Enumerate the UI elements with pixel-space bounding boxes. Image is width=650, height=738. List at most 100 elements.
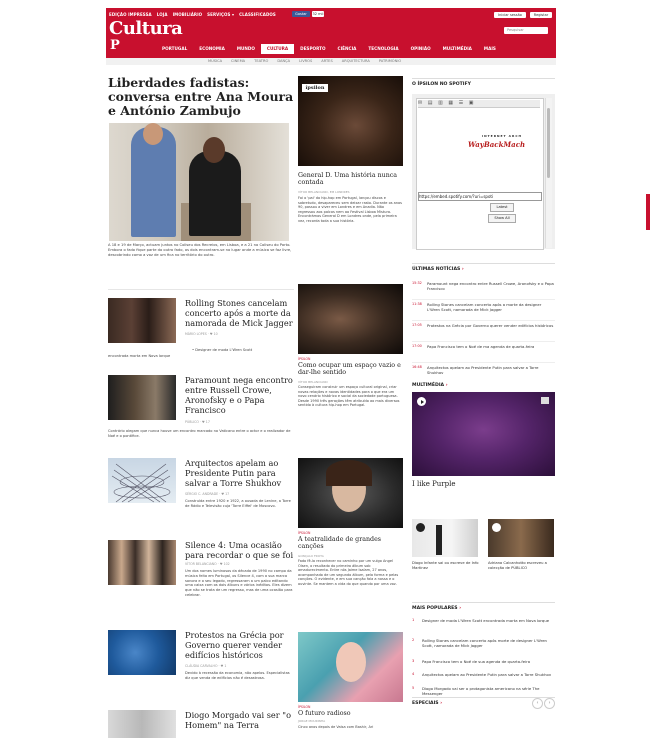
nav-multimedia[interactable]: MULTIMÉDIA: [437, 44, 478, 54]
publico-logo-mark[interactable]: P: [110, 38, 120, 53]
story-thumbnail[interactable]: [108, 458, 176, 503]
animated-face: [336, 642, 366, 682]
section-tag[interactable]: ÍPSILON: [298, 357, 310, 361]
play-icon[interactable]: [492, 523, 501, 532]
story-headline[interactable]: Como ocupar um espaço vazio e dar-lhe se…: [298, 362, 403, 377]
story-meta: SÉRGIO C. ANDRADE · ♥ 17: [185, 492, 230, 496]
story-thumbnail[interactable]: [108, 375, 176, 420]
story-photo[interactable]: [298, 284, 403, 354]
play-icon[interactable]: [417, 397, 426, 406]
play-icon[interactable]: [416, 523, 425, 532]
embed-toolbar[interactable]: ✉ ▤ ▥ ▦ ☰ ▣: [418, 100, 540, 108]
multimedia-video[interactable]: [412, 392, 555, 476]
nav-mais[interactable]: MAIS: [478, 44, 502, 54]
nav-opiniao[interactable]: OPINIÃO: [405, 44, 437, 54]
story-summary: Conseguiram construir um espaço cultural…: [298, 385, 400, 408]
nav-tecnologia[interactable]: TECNOLOGIA: [362, 44, 404, 54]
story-photo[interactable]: [298, 632, 403, 702]
spotify-embed[interactable]: ✉ ▤ ▥ ▦ ☰ ▣ INTERNET ARCH WayBackMach ht…: [412, 94, 555, 250]
top-link-servicos[interactable]: SERVIÇOS ▾: [207, 12, 234, 17]
subnav-livros[interactable]: LIVROS: [299, 58, 312, 65]
news-item[interactable]: 17:00 Papa Francisco tem o Noé de ma age…: [412, 344, 555, 363]
feedback-tab[interactable]: [646, 194, 650, 230]
subnav-patrimonio[interactable]: PATRIMÓNIO: [379, 58, 401, 65]
search-input[interactable]: Pesquisar: [504, 27, 548, 34]
multimedia-header[interactable]: MULTIMÉDIA ›: [412, 380, 555, 388]
scrollbar-thumb[interactable]: [547, 108, 550, 178]
latest-news-header[interactable]: ÚLTIMAS NOTÍCIAS ›: [412, 263, 555, 272]
top-link-loja[interactable]: LOJA: [157, 12, 168, 17]
top-link-imobiliario[interactable]: IMOBILIÁRIO: [173, 12, 203, 17]
top-link-classificados[interactable]: CLASSIFICADOS: [239, 12, 276, 17]
nav-mundo[interactable]: MUNDO: [231, 44, 261, 54]
nav-portugal[interactable]: PORTUGAL: [156, 44, 193, 54]
news-item[interactable]: 11:38 Rolling Stones cancelam concerto a…: [412, 302, 555, 321]
popular-text[interactable]: Arquitectos apelam ao Presidente Putin p…: [422, 672, 555, 677]
subnav-arquitectura[interactable]: ARQUITECTURA: [342, 58, 370, 65]
story-headline[interactable]: Arquitectos apelam ao Presidente Putin p…: [185, 458, 295, 488]
section-logo[interactable]: Cultura: [109, 18, 183, 39]
story-headline[interactable]: Diogo Morgado vai ser "o Homem" na Terra: [185, 710, 295, 730]
embed-url-field[interactable]: https://embed.spotify.com/?uri=spoti: [418, 192, 542, 201]
carousel-next-icon[interactable]: ›: [544, 698, 555, 709]
multimedia-title[interactable]: I like Purple: [412, 480, 456, 488]
latest-button[interactable]: Latest: [490, 203, 514, 212]
story-thumbnail[interactable]: [108, 298, 176, 343]
nav-economia[interactable]: ECONOMIA: [193, 44, 231, 54]
lead-photo[interactable]: [109, 123, 289, 241]
register-button[interactable]: Registar: [530, 12, 552, 18]
multimedia-caption[interactable]: Diogo Infante sai ou escreve de Info Mar…: [412, 561, 480, 571]
volume-icon[interactable]: [541, 397, 549, 404]
subnav-cinema[interactable]: CINEMA: [231, 58, 245, 65]
subnav-musica[interactable]: MÚSICA: [208, 58, 222, 65]
news-item[interactable]: 17:05 Protestos na Grécia por Governo qu…: [412, 323, 555, 342]
popular-text[interactable]: Rolling Stones cancelam concerto após mo…: [422, 638, 555, 648]
news-text[interactable]: Papa Francisco tem o Noé de ma agenda de…: [427, 344, 555, 349]
subnav-danca[interactable]: DANÇA: [277, 58, 290, 65]
story-headline[interactable]: Protestos na Grécia por Governo querer v…: [185, 630, 295, 660]
popular-text[interactable]: Papa Francisco tem o Noé de sua agenda d…: [422, 659, 555, 664]
lead-headline[interactable]: Liberdades fadistas: conversa entre Ana …: [108, 76, 294, 118]
story-headline[interactable]: Silence 4: Uma ocasião para recordar o q…: [185, 540, 295, 560]
subnav-teatro[interactable]: TEATRO: [254, 58, 268, 65]
story-headline[interactable]: A teatralidade de grandes canções: [298, 536, 403, 551]
nav-desporto[interactable]: DESPORTO: [294, 44, 331, 54]
subnav-artes[interactable]: ARTES: [321, 58, 332, 65]
popular-text[interactable]: Diogo Morgado vai ser o protagonista ame…: [422, 686, 555, 696]
news-item[interactable]: 15:32 Paramount nega encontro entre Russ…: [412, 281, 555, 300]
news-text[interactable]: Protestos na Grécia por Governo querer v…: [427, 323, 555, 328]
most-popular-header[interactable]: MAIS POPULARES ›: [412, 602, 555, 611]
facebook-like-button[interactable]: Gostar: [292, 11, 310, 17]
story-headline[interactable]: Rolling Stones cancelam concerto após a …: [185, 298, 295, 328]
news-text[interactable]: Rolling Stones cancelam concerto após a …: [427, 302, 555, 312]
carousel-prev-icon[interactable]: ‹: [532, 698, 543, 709]
section-tag[interactable]: ÍPSILON: [298, 531, 310, 535]
popular-rank: 4: [412, 672, 415, 676]
embed-scrollbar[interactable]: [545, 98, 552, 248]
show-all-button[interactable]: Show All: [488, 214, 516, 223]
section-tag[interactable]: ÍPSILON: [298, 705, 310, 709]
story-thumbnail[interactable]: [108, 540, 176, 585]
popular-text[interactable]: Designer de moda L'Wren Scott encontrada…: [422, 618, 555, 623]
nav-ciencia[interactable]: CIÊNCIA: [332, 44, 363, 54]
popular-rank: 1: [412, 618, 415, 622]
related-link[interactable]: • Designer de moda L'Wren Scott: [192, 348, 252, 352]
story-photo[interactable]: [298, 458, 403, 528]
sub-nav: MÚSICA CINEMA TEATRO DANÇA LIVROS ARTES …: [106, 58, 556, 65]
chevron-right-icon: ›: [440, 701, 443, 706]
story-headline[interactable]: General D. Uma história nunca contada: [298, 172, 403, 187]
story-thumbnail[interactable]: [108, 630, 176, 675]
story-thumbnail[interactable]: [108, 710, 176, 738]
top-link-edicao[interactable]: EDIÇÃO IMPRESSA: [109, 12, 152, 17]
story-shukhov: Arquitectos apelam ao Presidente Putin p…: [108, 458, 294, 526]
popular-rank: 2: [412, 638, 415, 642]
story-headline[interactable]: O futuro radioso: [298, 710, 403, 717]
multimedia-thumb[interactable]: [412, 519, 478, 557]
news-text[interactable]: Arquitectos apelam ao Presidente Putin p…: [427, 365, 555, 375]
news-text[interactable]: Paramount nega encontro entre Russell Cr…: [427, 281, 555, 291]
multimedia-caption[interactable]: Adriana Calcanhotto escreveu a colecção …: [488, 561, 556, 571]
story-headline[interactable]: Paramount nega encontro entre Russell Cr…: [185, 375, 295, 415]
login-button[interactable]: Iniciar sessão: [494, 12, 526, 18]
nav-cultura[interactable]: CULTURA: [260, 44, 295, 54]
multimedia-thumb[interactable]: [488, 519, 554, 557]
